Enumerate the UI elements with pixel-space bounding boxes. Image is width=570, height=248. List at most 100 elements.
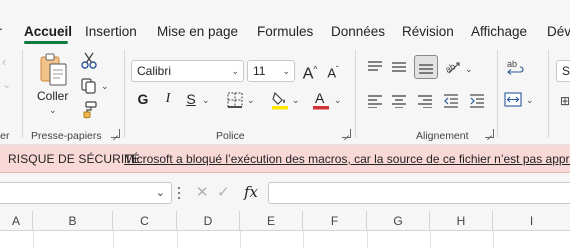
tab-revision[interactable]: Révision — [402, 24, 454, 39]
chevron-down-icon: ⌄ — [282, 66, 290, 76]
formula-bar-grip-icon[interactable] — [178, 187, 181, 201]
copy-dropdown-icon[interactable]: ⌄ — [101, 81, 109, 92]
group-separator — [548, 50, 549, 138]
svg-text:A: A — [315, 90, 325, 106]
group-separator — [124, 50, 125, 138]
font-color-dropdown-icon[interactable]: ⌄ — [334, 95, 342, 106]
column-header-E[interactable]: E — [240, 211, 303, 231]
increase-indent-icon[interactable] — [469, 94, 485, 108]
grid-line — [177, 231, 178, 248]
align-bottom-icon[interactable] — [414, 55, 438, 79]
font-size-select[interactable]: 11 ⌄ — [247, 60, 295, 82]
fill-color-dropdown-icon[interactable]: ⌄ — [292, 95, 300, 106]
font-family-select[interactable]: Calibri ⌄ — [131, 60, 244, 82]
partial-undo-icon[interactable]: ‹ — [2, 54, 6, 69]
security-warning-title: RISQUE DE SÉCURITÉ — [8, 152, 140, 166]
column-header-D[interactable]: D — [177, 211, 240, 231]
tab-partial-fichier[interactable]: er — [0, 24, 2, 39]
formula-bar: ⌄ ✕ ✓ fx — [0, 173, 570, 211]
underline-button[interactable]: S — [181, 88, 201, 110]
orientation-dropdown-icon[interactable]: ⌄ — [465, 64, 473, 75]
tab-formules[interactable]: Formules — [257, 24, 313, 39]
column-header-I[interactable]: I — [493, 211, 570, 231]
alignment-dialog-launcher-icon[interactable] — [485, 129, 494, 138]
chevron-down-icon: ⌄ — [231, 66, 239, 76]
decrease-font-size-icon[interactable]: Aˇ — [323, 59, 343, 81]
align-top-icon[interactable] — [367, 60, 383, 74]
column-header-G[interactable]: G — [367, 211, 430, 231]
decrease-indent-icon[interactable] — [443, 94, 459, 108]
align-left-icon[interactable] — [367, 94, 383, 109]
font-color-icon[interactable]: A — [312, 90, 330, 110]
grid-line — [113, 231, 114, 248]
worksheet-grid[interactable] — [0, 231, 570, 248]
align-middle-icon[interactable] — [391, 60, 407, 74]
tab-mise-en-page[interactable]: Mise en page — [157, 24, 238, 39]
tab-affichage[interactable]: Affichage — [471, 24, 527, 39]
confirm-formula-icon[interactable]: ✓ — [217, 183, 230, 201]
column-header-B[interactable]: B — [33, 211, 113, 231]
group-separator — [355, 50, 356, 138]
column-header-C[interactable]: C — [113, 211, 177, 231]
group-separator — [497, 50, 498, 138]
cut-icon[interactable] — [80, 52, 98, 70]
font-dialog-launcher-icon[interactable] — [342, 129, 351, 138]
column-header-F[interactable]: F — [303, 211, 367, 231]
tab-donnees[interactable]: Données — [331, 24, 385, 39]
format-painter-icon[interactable] — [80, 101, 98, 119]
paste-icon[interactable] — [38, 52, 70, 88]
insert-function-button[interactable]: fx — [244, 183, 258, 201]
group-label-alignment: Alignement — [416, 130, 469, 142]
security-warning-link[interactable]: Microsoft a bloqué l’exécution des macro… — [124, 152, 570, 166]
tab-partial-developpeur[interactable]: Dév — [547, 24, 570, 39]
font-family-value: Calibri — [137, 64, 172, 78]
grid-line — [240, 231, 241, 248]
ribbon-tabs: er Accueil Insertion Mise en page Formul… — [0, 0, 570, 44]
formula-buttons: ✕ ✓ fx — [188, 182, 266, 204]
paste-button-label[interactable]: Coller — [37, 89, 68, 103]
grid-line — [430, 231, 431, 248]
currency-format-icon[interactable]: ⊞ — [560, 94, 570, 108]
formula-input[interactable] — [268, 182, 570, 204]
group-label-clipboard: Presse-papiers — [31, 130, 102, 142]
number-format-select[interactable]: St — [556, 60, 570, 82]
name-box[interactable]: ⌄ — [0, 182, 172, 204]
align-right-icon[interactable] — [417, 94, 433, 109]
borders-icon[interactable] — [227, 92, 243, 108]
number-format-value: St — [562, 64, 570, 78]
column-header-A[interactable]: A — [0, 211, 33, 231]
italic-button[interactable]: I — [158, 88, 178, 110]
grid-line — [303, 231, 304, 248]
column-header-H[interactable]: H — [430, 211, 493, 231]
copy-icon[interactable] — [80, 77, 98, 95]
tab-insertion[interactable]: Insertion — [85, 24, 137, 39]
group-label-font: Police — [216, 130, 245, 142]
grid-line — [367, 231, 368, 248]
group-label-partial: aler — [0, 130, 10, 142]
security-warning-bar: RISQUE DE SÉCURITÉ Microsoft a bloqué l’… — [0, 145, 570, 173]
paste-dropdown-icon[interactable]: ⌄ — [49, 105, 57, 116]
borders-dropdown-icon[interactable]: ⌄ — [247, 95, 255, 106]
merge-dropdown-icon[interactable]: ⌄ — [526, 95, 534, 106]
svg-text:ab: ab — [444, 61, 457, 75]
tab-accueil[interactable]: Accueil — [24, 24, 72, 39]
grid-line — [493, 231, 494, 248]
ribbon: ‹ ⌄ aler Coller ⌄ ⌄ — [0, 44, 570, 145]
orientation-icon[interactable]: ab — [443, 58, 462, 76]
align-center-icon[interactable] — [391, 94, 407, 109]
wrap-text-icon[interactable]: ab — [505, 58, 525, 78]
cancel-formula-icon[interactable]: ✕ — [196, 183, 209, 201]
font-size-value: 11 — [253, 64, 266, 78]
svg-text:ab: ab — [507, 59, 517, 69]
column-headers: A B C D E F G H I — [0, 211, 570, 231]
clipboard-dialog-launcher-icon[interactable] — [111, 129, 120, 138]
increase-font-size-icon[interactable]: A^ — [300, 59, 320, 82]
underline-dropdown-icon[interactable]: ⌄ — [202, 95, 210, 106]
chevron-down-icon[interactable]: ⌄ — [156, 186, 165, 199]
merge-center-icon[interactable] — [504, 91, 522, 109]
partial-dropdown-icon[interactable]: ⌄ — [2, 78, 11, 91]
grid-line — [33, 231, 34, 248]
bold-button[interactable]: G — [133, 88, 153, 110]
fill-color-icon[interactable] — [271, 90, 289, 110]
group-separator — [22, 50, 23, 138]
